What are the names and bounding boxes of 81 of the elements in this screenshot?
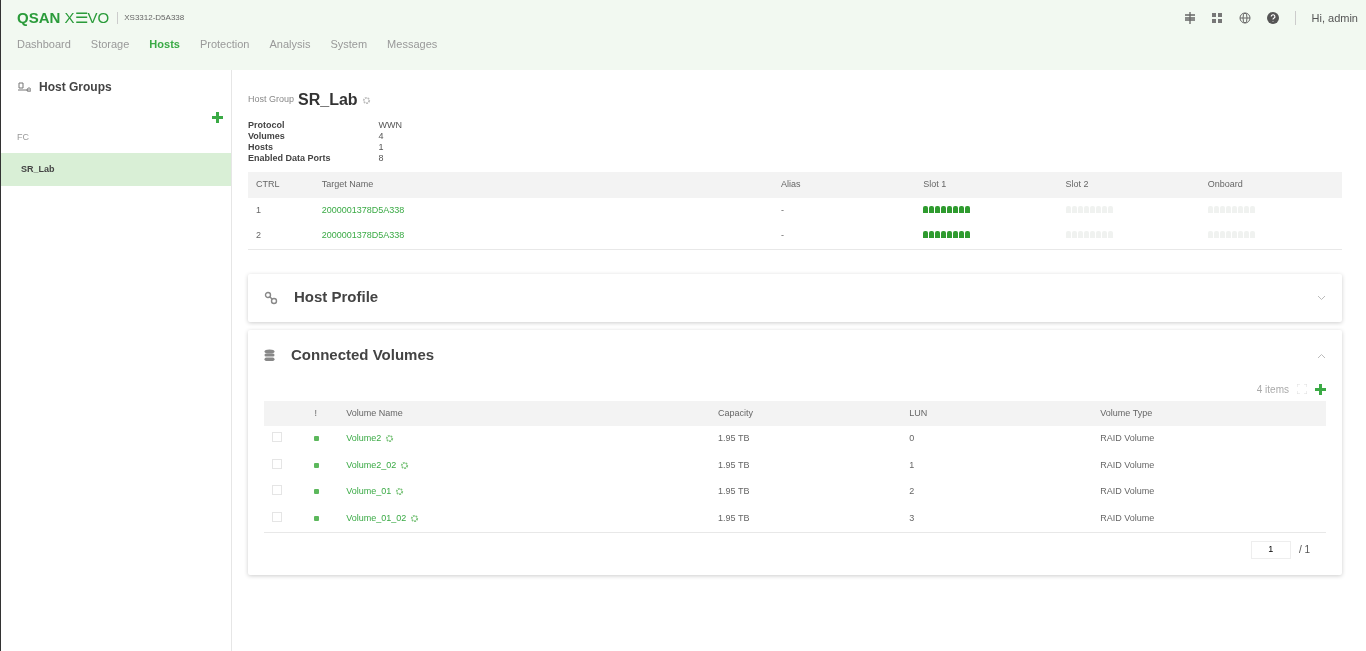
target-link[interactable]: 2000001378D5A338 <box>321 230 405 240</box>
panel-title: Host Profile <box>294 287 379 308</box>
row-checkbox[interactable] <box>272 511 282 522</box>
column-header: Slot 1 <box>915 172 1058 198</box>
table-cell: 2 <box>901 479 1093 506</box>
property-label: Volumes <box>248 131 379 142</box>
column-header: ! <box>306 400 339 426</box>
column-header: LUN <box>901 400 1093 426</box>
volume-link[interactable]: Volume_01_02 <box>346 511 407 525</box>
column-header: CTRL <box>248 172 314 198</box>
host-group-name: SR_Lab <box>298 90 358 110</box>
column-header: Alias <box>773 172 916 198</box>
item-count: 4 items <box>1256 382 1289 397</box>
column-header: Volume Name <box>338 400 711 426</box>
host-group-caption: Host Group <box>248 93 295 107</box>
nav-tab[interactable]: Messages <box>387 36 438 53</box>
expand-icon[interactable] <box>1297 384 1307 394</box>
property-value: 1 <box>378 142 385 153</box>
expand-chevron-icon[interactable] <box>1317 294 1326 301</box>
table-cell: RAID Volume <box>1092 479 1326 506</box>
table-cell: 3 <box>901 505 1093 533</box>
volume-link[interactable]: Volume_01 <box>346 485 392 499</box>
volume-link[interactable]: Volume2 <box>346 432 382 446</box>
database-icon <box>264 349 275 362</box>
gear-icon[interactable] <box>400 460 410 470</box>
column-header: Target Name <box>313 172 774 198</box>
row-checkbox[interactable] <box>272 458 282 469</box>
table-cell: 1.95 TB <box>710 479 902 506</box>
help-icon[interactable] <box>1266 12 1279 24</box>
table-cell: 2 <box>248 223 314 249</box>
sidebar-item[interactable]: SR_Lab <box>1 152 231 186</box>
table-cell: 1.95 TB <box>710 426 902 453</box>
nav-tab[interactable]: Dashboard <box>17 36 71 53</box>
add-icon[interactable] <box>1315 383 1326 395</box>
table-cell: - <box>773 197 916 223</box>
row-checkbox[interactable] <box>272 432 282 442</box>
property-value: 4 <box>378 131 385 142</box>
column-header: Onboard <box>1199 172 1342 198</box>
table-cell: 1.95 TB <box>710 452 902 479</box>
gear-icon[interactable] <box>395 487 405 497</box>
table-cell: RAID Volume <box>1092 505 1326 533</box>
collapse-chevron-icon[interactable] <box>1317 352 1326 359</box>
gear-icon[interactable] <box>410 513 420 523</box>
grid-icon[interactable] <box>1211 12 1223 24</box>
device-name: XS3312-D5A338 <box>117 12 185 24</box>
property-label: Protocol <box>248 120 379 131</box>
row-checkbox[interactable] <box>272 485 282 495</box>
column-header: Slot 2 <box>1057 172 1200 198</box>
property-value: WWN <box>378 120 403 131</box>
page-input[interactable]: 1 <box>1250 541 1291 559</box>
sidebar-title: Host Groups <box>39 79 112 96</box>
sort-icon[interactable] <box>1183 12 1196 24</box>
table-cell: RAID Volume <box>1092 452 1326 479</box>
property-value: 8 <box>378 153 385 164</box>
nav-tab[interactable]: Storage <box>90 36 130 53</box>
nav-tab[interactable]: Protection <box>199 36 250 53</box>
gear-icon[interactable] <box>385 434 395 444</box>
column-header: Capacity <box>710 400 902 426</box>
table-cell: 1.95 TB <box>710 505 902 533</box>
nav-tab[interactable]: Analysis <box>269 36 311 53</box>
group-label: FC <box>16 131 30 144</box>
table-cell: RAID Volume <box>1092 426 1326 453</box>
logo: QSAN X☰VO <box>17 7 110 28</box>
gear-icon[interactable] <box>361 95 371 105</box>
table-cell: 1 <box>901 452 1093 479</box>
user-greeting[interactable]: Hi, admin <box>1311 9 1358 27</box>
add-icon[interactable] <box>212 112 223 123</box>
nav-tab[interactable]: Hosts <box>149 36 180 53</box>
panel-title: Connected Volumes <box>291 345 435 366</box>
page-total: / 1 <box>1298 543 1310 558</box>
globe-icon[interactable] <box>1238 12 1251 24</box>
property-label: Enabled Data Ports <box>248 153 379 164</box>
volume-link[interactable]: Volume2_02 <box>346 458 397 472</box>
property-label: Hosts <box>248 142 379 153</box>
link-icon <box>264 290 278 305</box>
target-link[interactable]: 2000001378D5A338 <box>321 204 405 215</box>
nav-tab[interactable]: System <box>330 36 368 53</box>
table-cell: - <box>773 223 916 249</box>
column-header: Volume Type <box>1092 400 1326 426</box>
table-cell: 1 <box>248 197 314 223</box>
table-cell: 0 <box>901 426 1093 453</box>
